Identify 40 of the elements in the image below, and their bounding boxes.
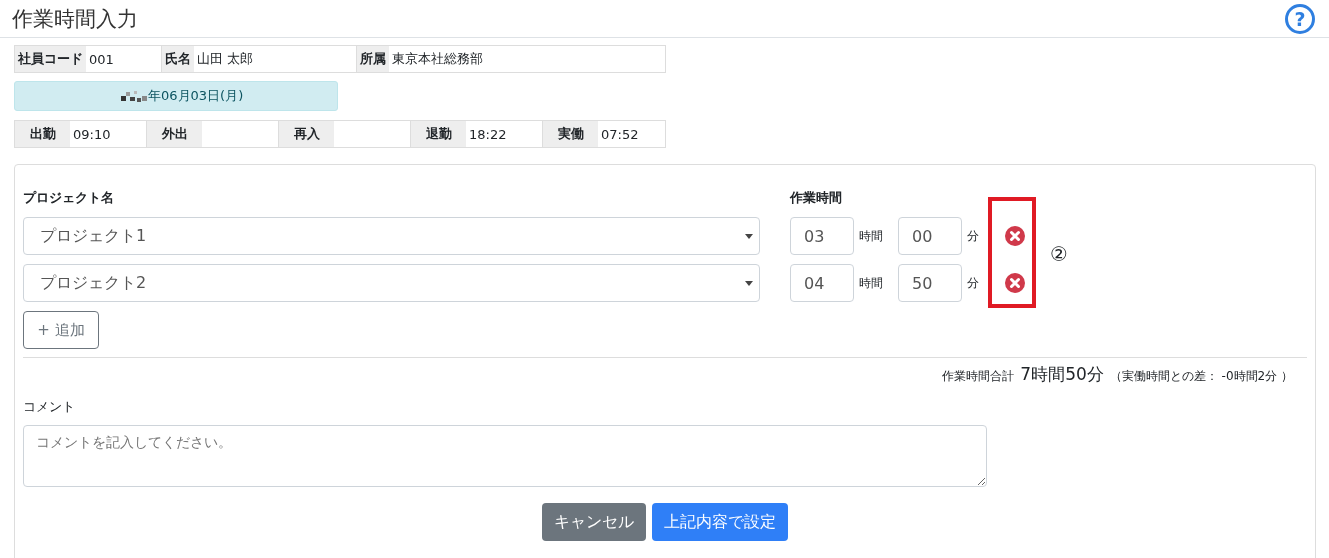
column-header: 作業時間	[790, 189, 842, 207]
project-text: プロジェクト2	[40, 272, 147, 294]
minutes-field[interactable]: 50	[898, 264, 962, 302]
field-label: 社員コード	[15, 46, 86, 72]
caret-icon	[745, 280, 753, 286]
hours-field[interactable]: 03	[790, 217, 854, 255]
project-select[interactable]: プロジェクト2	[23, 264, 760, 302]
comment-label: コメント	[23, 398, 76, 416]
field-label: 所属	[357, 46, 389, 72]
add-button[interactable]: + 追加	[23, 311, 99, 349]
delete-icon[interactable]	[1005, 273, 1025, 293]
page-title: 作業時間入力	[12, 5, 138, 33]
unit-label: 分	[967, 274, 980, 292]
caret-icon	[745, 233, 753, 239]
unit-label: 分	[967, 227, 980, 245]
delete-icon[interactable]	[1005, 226, 1025, 246]
field-value: 07:52	[600, 125, 640, 144]
minutes-field[interactable]: 00	[898, 217, 962, 255]
field-label: 退勤	[411, 121, 466, 147]
field-label: 再入	[279, 121, 334, 147]
date-text: 年06月03日(月)	[148, 87, 244, 105]
annotation-label: ②	[1050, 242, 1068, 266]
submit-button[interactable]: 上記内容で設定	[652, 503, 788, 541]
difference-text: （実働時間との差： -0時間2分 ）	[1109, 368, 1293, 385]
project-select[interactable]: プロジェクト1	[23, 217, 760, 255]
comment-field[interactable]: コメントを記入してください。	[23, 425, 987, 487]
field-value: 東京本社総務部	[391, 50, 484, 68]
total-label: 作業時間合計	[942, 368, 1015, 385]
total-value: 7時間50分	[1020, 363, 1104, 386]
unit-label: 時間	[859, 274, 884, 292]
field-label: 実働	[543, 121, 598, 147]
field-label: 氏名	[162, 46, 194, 72]
project-text: プロジェクト1	[40, 225, 147, 247]
unit-label: 時間	[859, 227, 884, 245]
hours-field[interactable]: 04	[790, 264, 854, 302]
cancel-button[interactable]: キャンセル	[542, 503, 646, 541]
help-button[interactable]: ?	[1285, 3, 1315, 34]
field-label: 出勤	[15, 121, 70, 147]
column-header: プロジェクト名	[23, 189, 115, 207]
field-label: 外出	[147, 121, 202, 147]
